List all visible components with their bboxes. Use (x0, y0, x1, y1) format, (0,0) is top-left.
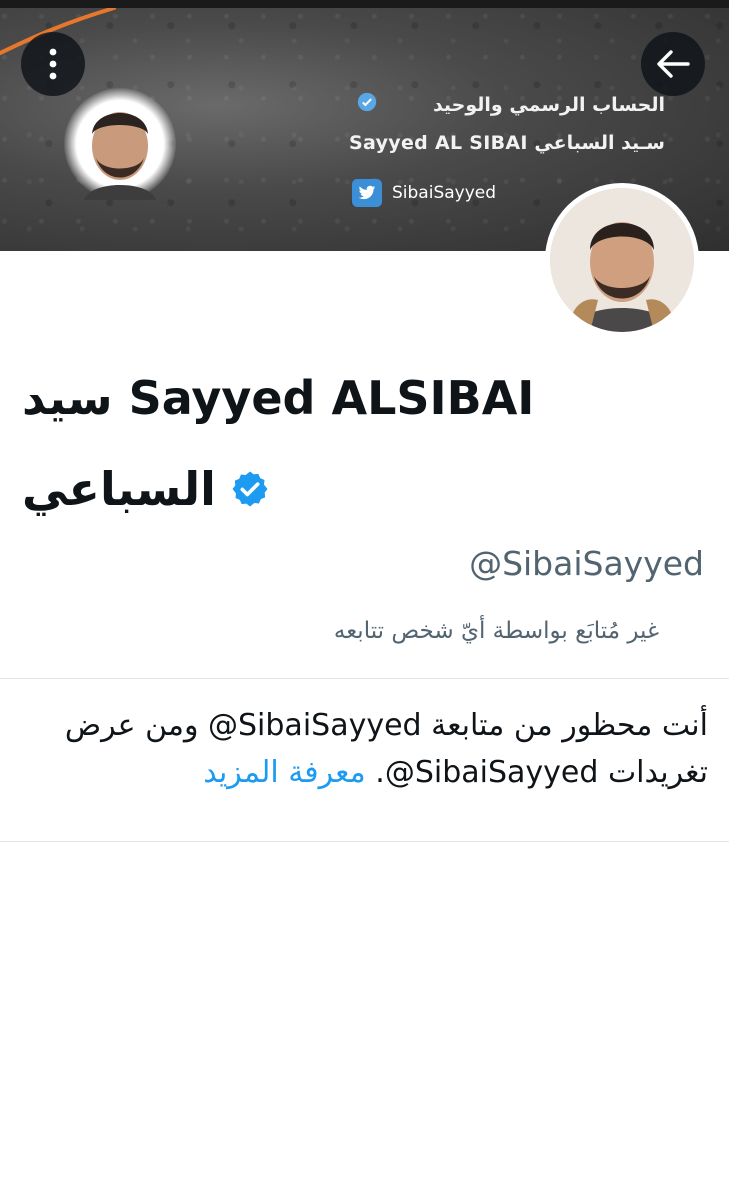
blocked-notice-text: أنت محظور من متابعة ‎@SibaiSayyed‏ ومن ع… (64, 708, 708, 791)
learn-more-link[interactable]: معرفة المزيد (203, 755, 366, 790)
banner-portrait (64, 88, 176, 200)
profile-avatar[interactable] (545, 183, 699, 337)
status-bar-strip (0, 0, 729, 8)
banner-twitter-handle: SibaiSayyed (352, 179, 496, 207)
twitter-bird-icon (352, 179, 382, 207)
banner-title: الحساب الرسمي والوحيد (432, 94, 665, 116)
verified-badge-icon (232, 471, 268, 507)
back-button[interactable] (641, 32, 705, 96)
blocked-notice: أنت محظور من متابعة ‎@SibaiSayyed‏ ومن ع… (30, 702, 708, 797)
banner-handle-text: SibaiSayyed (392, 183, 497, 203)
banner-subtitle: سـيد السباعي Sayyed AL SIBAI (349, 132, 665, 154)
more-options-button[interactable] (21, 32, 85, 96)
followed-by-text: غير مُتابَع بواسطة أيّ شخص تتابعه (333, 618, 659, 644)
banner-verified-icon (357, 92, 377, 116)
profile-handle: @SibaiSayyed (469, 544, 704, 583)
display-name-line2: السباعي (22, 462, 270, 516)
more-vertical-icon (49, 48, 57, 80)
arrow-left-icon (657, 50, 690, 78)
divider (0, 841, 729, 842)
divider (0, 678, 729, 679)
display-name: سيد Sayyed ALSIBAI (22, 371, 535, 425)
display-name-arabic: السباعي (22, 462, 216, 516)
